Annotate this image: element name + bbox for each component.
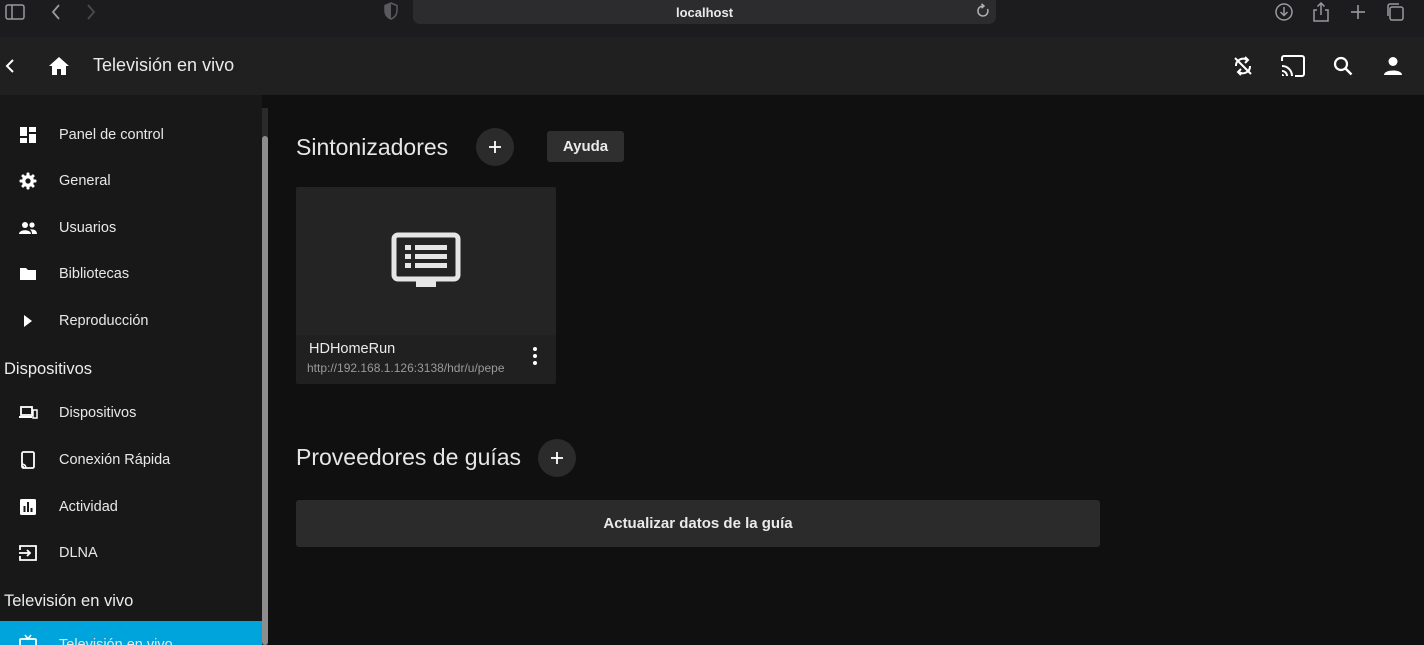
users-icon bbox=[18, 218, 38, 238]
back-arrow-icon[interactable] bbox=[0, 37, 20, 95]
dashboard-icon bbox=[18, 125, 38, 145]
play-icon bbox=[18, 311, 38, 331]
browser-toolbar: localhost bbox=[0, 0, 1424, 37]
plus-icon bbox=[489, 141, 501, 153]
shield-icon[interactable] bbox=[383, 2, 399, 20]
search-icon[interactable] bbox=[1331, 37, 1355, 95]
share-icon[interactable] bbox=[1310, 0, 1332, 24]
sidebar: Panel de control General Usuarios Biblio… bbox=[0, 95, 262, 645]
add-tuner-button[interactable] bbox=[476, 128, 514, 166]
sidebar-item-label: Televisión en vivo bbox=[59, 637, 173, 645]
refresh-guide-button[interactable]: Actualizar datos de la guía bbox=[296, 500, 1100, 547]
sidebar-item-label: Reproducción bbox=[59, 313, 149, 329]
section-live-tv-heading: Televisión en vivo bbox=[4, 592, 134, 610]
help-button[interactable]: Ayuda bbox=[547, 131, 624, 162]
sidebar-item-label: Actividad bbox=[59, 499, 118, 515]
sidebar-item-quick-connect[interactable]: Conexión Rápida bbox=[0, 440, 262, 480]
sidebar-item-libraries[interactable]: Bibliotecas bbox=[0, 254, 262, 294]
tuners-heading: Sintonizadores bbox=[296, 134, 449, 160]
plus-icon bbox=[551, 452, 563, 464]
activity-icon bbox=[18, 497, 38, 517]
download-icon[interactable] bbox=[1273, 0, 1295, 24]
live-tv-icon bbox=[18, 634, 38, 645]
user-icon[interactable] bbox=[1381, 37, 1405, 95]
sidebar-item-general[interactable]: General bbox=[0, 161, 262, 201]
url-text: localhost bbox=[675, 4, 734, 20]
tuner-device-icon bbox=[391, 232, 461, 287]
tabs-overview-icon[interactable] bbox=[1384, 0, 1406, 24]
sidebar-item-label: Conexión Rápida bbox=[59, 452, 171, 468]
app-header: Televisión en vivo bbox=[0, 37, 1424, 95]
page-title: Televisión en vivo bbox=[93, 55, 235, 75]
back-icon[interactable] bbox=[47, 0, 65, 24]
home-icon[interactable] bbox=[46, 37, 72, 95]
sidebar-item-label: General bbox=[59, 173, 111, 189]
sidebar-icon[interactable] bbox=[4, 0, 26, 24]
add-guide-provider-button[interactable] bbox=[538, 439, 576, 477]
more-vertical-icon[interactable] bbox=[525, 343, 545, 369]
gear-icon bbox=[18, 171, 38, 191]
sync-disabled-icon[interactable] bbox=[1230, 37, 1256, 95]
sidebar-item-label: Dispositivos bbox=[59, 405, 137, 421]
sidebar-item-label: Usuarios bbox=[59, 220, 117, 236]
main-content: Sintonizadores Ayuda HDHomeRun http://19… bbox=[268, 95, 1424, 645]
section-devices-heading: Dispositivos bbox=[4, 360, 93, 378]
folder-icon bbox=[18, 264, 38, 284]
address-bar[interactable]: localhost bbox=[413, 0, 996, 24]
guide-providers-heading: Proveedores de guías bbox=[296, 444, 522, 470]
sidebar-item-label: Bibliotecas bbox=[59, 266, 130, 282]
sidebar-item-live-tv[interactable]: Televisión en vivo bbox=[0, 621, 262, 645]
sidebar-item-dashboard[interactable]: Panel de control bbox=[0, 115, 262, 155]
quick-connect-icon bbox=[18, 450, 38, 470]
sidebar-item-label: Panel de control bbox=[59, 127, 164, 143]
tuner-card-image[interactable] bbox=[296, 187, 556, 335]
dlna-icon bbox=[18, 543, 38, 563]
sidebar-item-activity[interactable]: Actividad bbox=[0, 487, 262, 527]
sidebar-item-playback[interactable]: Reproducción bbox=[0, 301, 262, 341]
tuner-card-url: http://192.168.1.126:3138/hdr/u/pepe bbox=[307, 361, 505, 375]
tuner-card-title: HDHomeRun bbox=[309, 341, 396, 357]
sidebar-item-users[interactable]: Usuarios bbox=[0, 208, 262, 248]
sidebar-item-dlna[interactable]: DLNA bbox=[0, 533, 262, 573]
devices-icon bbox=[18, 403, 38, 423]
sidebar-item-label: DLNA bbox=[59, 545, 98, 561]
sidebar-item-devices[interactable]: Dispositivos bbox=[0, 393, 262, 433]
new-tab-icon[interactable] bbox=[1347, 0, 1369, 24]
reload-icon[interactable] bbox=[976, 3, 990, 19]
forward-icon[interactable] bbox=[82, 0, 100, 24]
tuner-card[interactable]: HDHomeRun http://192.168.1.126:3138/hdr/… bbox=[296, 187, 556, 384]
cast-icon[interactable] bbox=[1279, 37, 1307, 95]
